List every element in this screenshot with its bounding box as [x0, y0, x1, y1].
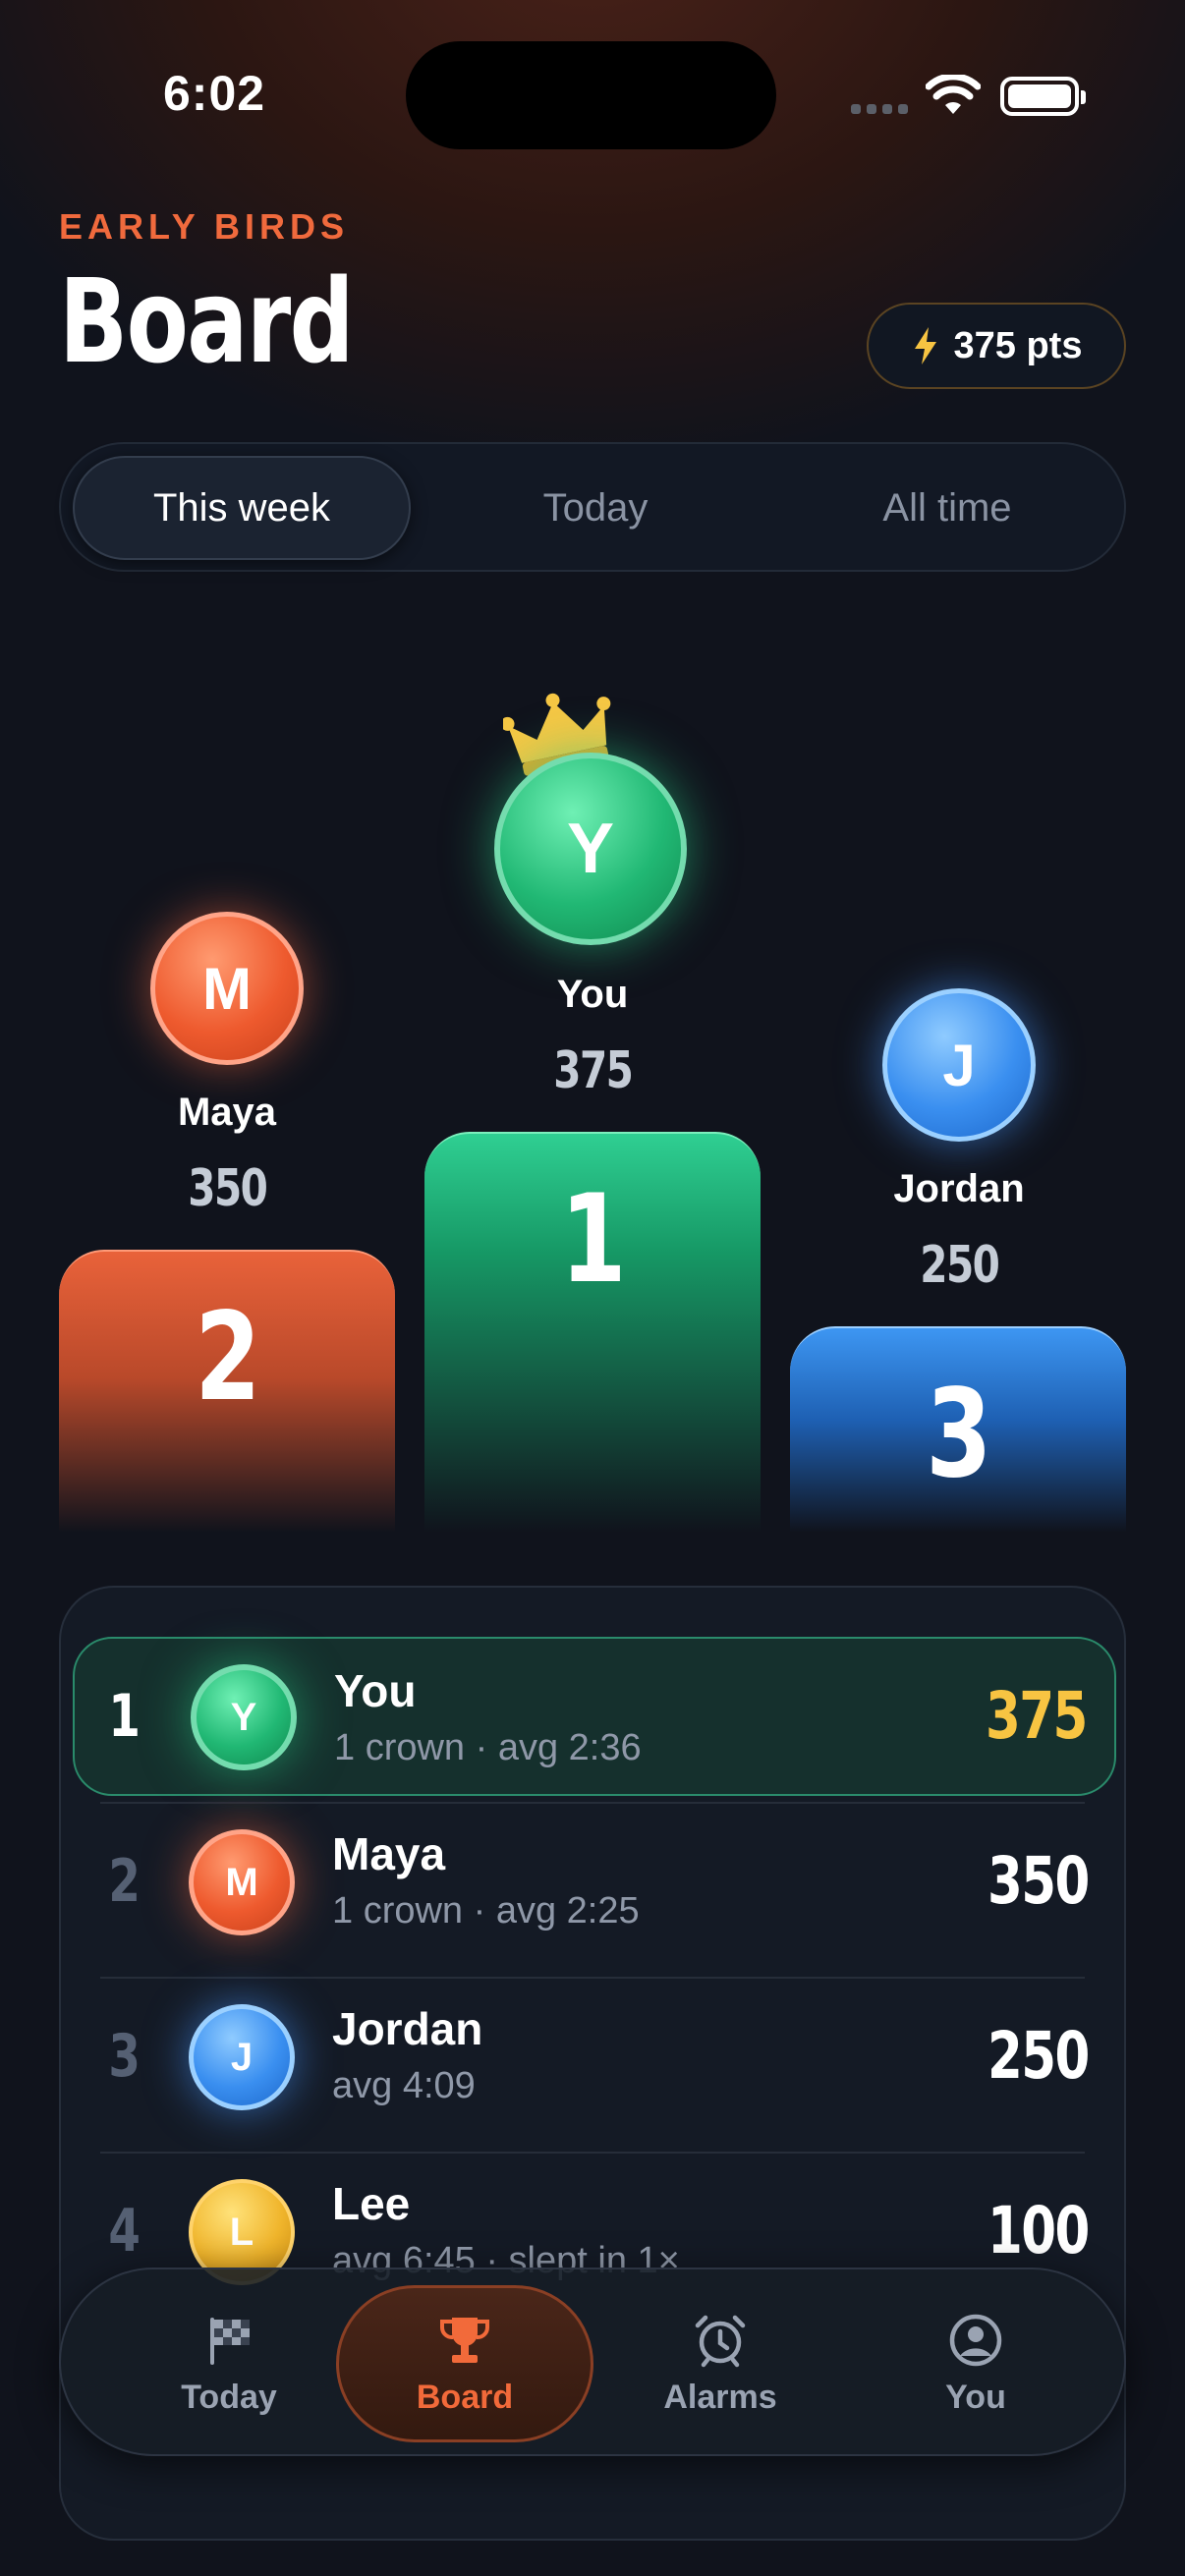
tab-label: Alarms [663, 2378, 777, 2416]
segment-all-time[interactable]: All time [778, 456, 1116, 560]
row-detail: 1 crown · avg 2:25 [332, 1890, 640, 1932]
row-rank: 2 [108, 1847, 141, 1916]
row-rank: 1 [108, 1682, 141, 1751]
row-name: Maya [332, 1828, 446, 1879]
podium-avatar-second[interactable]: M [150, 912, 304, 1065]
row-rank: 4 [108, 2197, 141, 2266]
row-score: 250 [988, 2018, 1090, 2094]
row-name: You [334, 1665, 417, 1716]
podium-name-second: Maya [177, 1091, 277, 1134]
leaderboard-row[interactable]: 2 M Maya 1 crown · avg 2:25 350 [61, 1804, 1124, 1961]
leaderboard-row-current-user[interactable]: 1 Y You 1 crown · avg 2:36 375 [73, 1637, 1116, 1796]
row-avatar: M [189, 1829, 295, 1935]
podium-avatar-third[interactable]: J [882, 988, 1036, 1142]
row-score: 100 [988, 2193, 1090, 2268]
status-time: 6:02 [163, 66, 266, 121]
profile-icon [949, 2314, 1002, 2366]
tab-label: Today [181, 2378, 277, 2416]
tab-label: You [945, 2378, 1006, 2416]
row-detail: 1 crown · avg 2:36 [334, 1727, 642, 1768]
signal-icon [851, 104, 908, 114]
tab-alarms[interactable]: Alarms [592, 2285, 849, 2442]
wifi-icon [926, 75, 981, 114]
points-badge[interactable]: 375 pts [867, 303, 1126, 389]
leaderboard-row[interactable]: 3 J Jordan avg 4:09 250 [61, 1979, 1124, 2136]
dynamic-island [406, 41, 776, 149]
podium-block-first: 1 [424, 1132, 761, 1533]
podium-score-second: 350 [187, 1159, 268, 1218]
trophy-icon [439, 2317, 490, 2363]
podium-score-third: 250 [919, 1236, 1000, 1295]
battery-icon [1000, 77, 1086, 116]
alarm-clock-icon [695, 2315, 746, 2367]
podium-score-first: 375 [552, 1041, 634, 1100]
tab-board[interactable]: Board [336, 2285, 593, 2442]
flag-icon [210, 2317, 250, 2365]
podium-avatar-first[interactable]: Y [494, 753, 687, 945]
group-name: EARLY BIRDS [59, 206, 350, 247]
podium-block-second: 2 [59, 1250, 395, 1533]
page-title: Board [59, 253, 355, 389]
tab-you[interactable]: You [847, 2285, 1104, 2442]
podium-block-third: 3 [790, 1326, 1126, 1533]
segment-this-week[interactable]: This week [73, 456, 411, 560]
period-segmented-control: This week Today All time [59, 442, 1126, 572]
podium-name-third: Jordan [893, 1167, 1025, 1210]
row-rank: 3 [108, 2022, 141, 2091]
tab-bar: Today Board Alarms You [59, 2268, 1126, 2456]
row-score: 350 [988, 1843, 1090, 1919]
row-score: 375 [986, 1678, 1088, 1754]
podium-name-first: You [556, 973, 629, 1016]
tab-today[interactable]: Today [100, 2285, 358, 2442]
row-detail: avg 4:09 [332, 2065, 476, 2106]
segment-today[interactable]: Today [426, 456, 764, 560]
tab-label: Board [416, 2378, 514, 2416]
row-avatar: Y [191, 1664, 297, 1770]
lightning-icon [914, 327, 936, 364]
row-avatar: J [189, 2004, 295, 2110]
row-name: Lee [332, 2178, 411, 2229]
row-name: Jordan [332, 2003, 483, 2054]
points-value: 375 pts [953, 324, 1083, 366]
